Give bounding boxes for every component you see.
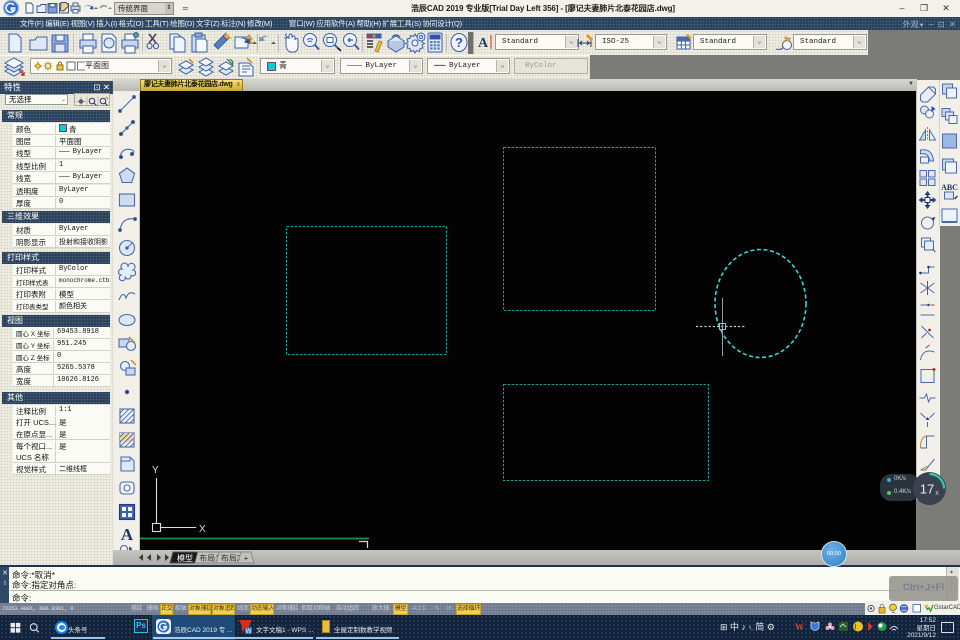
svg-text:Y: Y — [152, 465, 159, 476]
svg-text:X: X — [199, 524, 206, 535]
svg-text:A: A — [478, 36, 489, 51]
svg-text:W: W — [795, 622, 804, 632]
svg-text:模型: 模型 — [177, 553, 193, 563]
svg-text:W: W — [246, 629, 252, 635]
svg-text:x: x — [935, 490, 939, 497]
svg-text:ABC: ABC — [941, 183, 958, 192]
svg-text:17: 17 — [920, 482, 934, 497]
svg-text:?: ? — [455, 35, 463, 50]
svg-text:+: + — [244, 554, 249, 563]
svg-text:A: A — [121, 525, 134, 544]
